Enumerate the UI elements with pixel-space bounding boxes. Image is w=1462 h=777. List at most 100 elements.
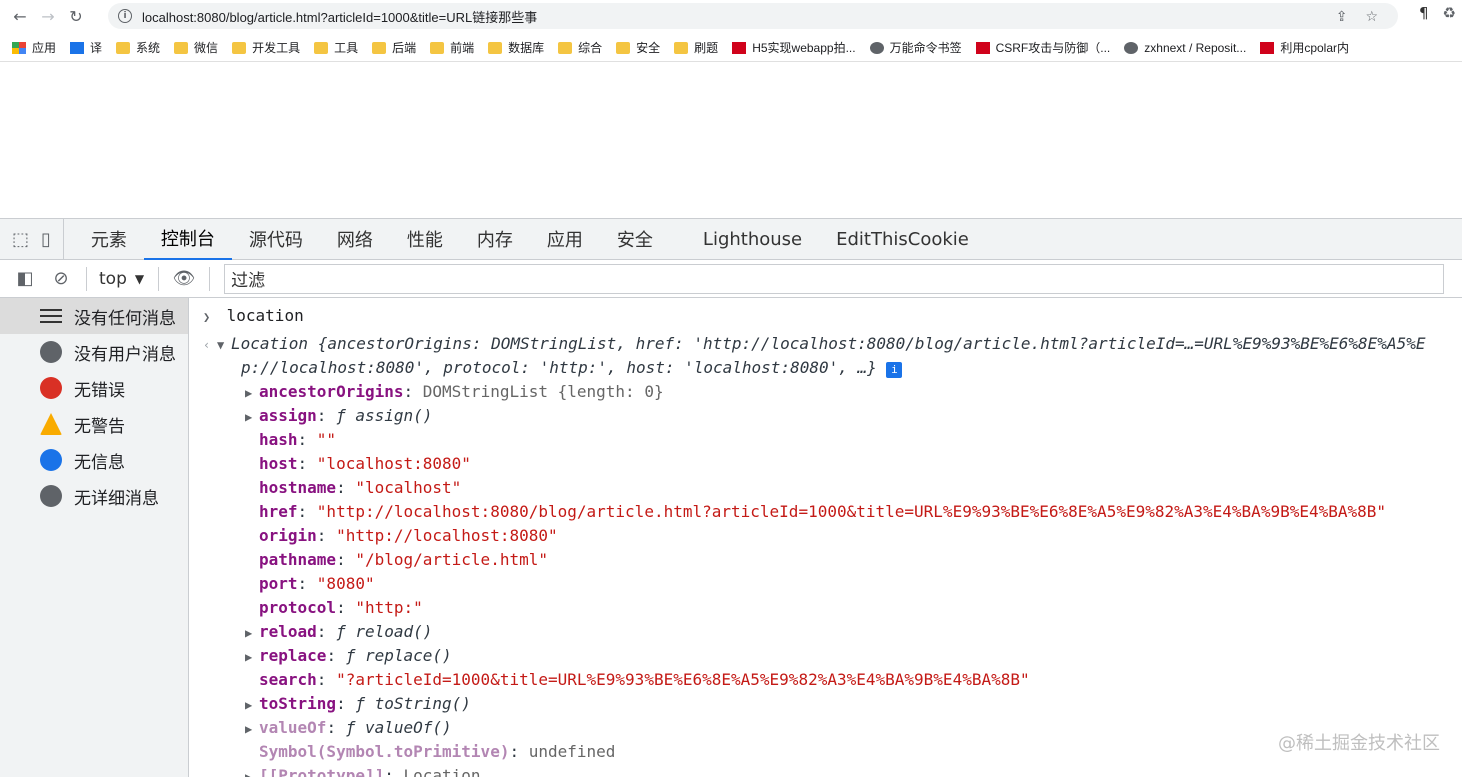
object-property-row[interactable]: ▶ [[Prototype]]: Location (189, 764, 1462, 777)
devtools-tab[interactable]: 控制台 (143, 219, 232, 260)
devtools-tab[interactable]: 性能 (390, 219, 460, 260)
context-selector[interactable]: top ▼ (99, 269, 144, 289)
bookmark-item[interactable]: apps-grid-icon 应用 (12, 39, 56, 56)
bookmark-item[interactable]: folder-icon 综合 (558, 39, 602, 56)
bookmark-item[interactable]: translate-icon 译 (70, 39, 102, 56)
bookmark-item[interactable]: folder-icon 前端 (430, 39, 474, 56)
sidebar-filter-item[interactable]: list-icon 没有任何消息 (0, 298, 188, 334)
devtools-tab[interactable]: 网络 (320, 219, 390, 260)
device-toolbar-icon[interactable]: ▯ (41, 229, 51, 250)
translate-icon: translate-icon (70, 41, 85, 54)
bookmark-label: CSRF攻击与防御（... (995, 41, 1111, 55)
user-icon: user-icon (40, 341, 62, 363)
forward-arrow-icon[interactable]: → (34, 2, 62, 30)
property-value: ƒ replace() (345, 646, 452, 665)
bookmark-item[interactable]: globe-icon 万能命令书签 (869, 39, 962, 56)
bookmark-label: 工具 (334, 41, 359, 55)
expand-triangle-icon[interactable]: ▶ (245, 645, 259, 669)
clear-console-icon[interactable]: ⊘ (50, 268, 72, 290)
sidebar-filter-item[interactable]: info-icon 无信息 (0, 442, 188, 478)
console-toolbar: ◧ ⊘ top ▼ 👁 过滤 (0, 260, 1462, 298)
property-key: origin (259, 526, 317, 545)
devtools-tab[interactable]: 元素 (74, 219, 144, 260)
bookmark-item[interactable]: csdn-icon CSRF攻击与防御（... (975, 39, 1111, 56)
object-property-row[interactable]: ▶ ancestorOrigins: DOMStringList {length:… (189, 380, 1462, 404)
property-colon: : (403, 382, 423, 401)
prompt-chevron-icon: ❯ (203, 310, 211, 324)
sidebar-filter-item[interactable]: bug-icon 无详细消息 (0, 478, 188, 514)
sidebar-filter-item[interactable]: error-icon 无错误 (0, 370, 188, 406)
live-expression-eye-icon[interactable]: 👁 (173, 268, 196, 290)
folder-icon: folder-icon (430, 41, 445, 54)
reload-icon[interactable]: ↻ (62, 2, 90, 30)
expand-triangle-icon[interactable]: ▶ (245, 381, 259, 405)
object-property-row[interactable]: ▶ assign: ƒ assign() (189, 404, 1462, 428)
bookmark-label: H5实现webapp拍... (752, 41, 856, 55)
bookmark-label: zxhnext / Reposit... (1144, 40, 1247, 55)
address-bar[interactable]: i localhost:8080/blog/article.html?artic… (108, 3, 1398, 29)
bookmark-label: 微信 (194, 41, 219, 55)
bookmark-item[interactable]: folder-icon 后端 (372, 39, 416, 56)
info-badge-icon[interactable]: i (886, 362, 903, 378)
dropdown-arrow-icon: ▼ (134, 271, 145, 286)
bookmark-label: 开发工具 (252, 41, 301, 55)
property-value: "http://localhost:8080/blog/article.html… (316, 502, 1387, 521)
sidebar-filter-label: 无错误 (74, 380, 125, 401)
bookmark-item[interactable]: folder-icon 数据库 (488, 39, 544, 56)
expand-triangle-icon[interactable]: ▶ (245, 765, 259, 777)
property-colon: : (316, 622, 337, 641)
toolbar-divider (158, 266, 160, 291)
expand-triangle-icon[interactable]: ▶ (245, 405, 259, 429)
sidebar-toggle-icon[interactable]: ◧ (14, 268, 36, 290)
github-icon: github-icon (1124, 41, 1139, 54)
object-property-row[interactable]: ▶ replace: ƒ replace() (189, 644, 1462, 668)
bookmark-item[interactable]: github-icon zxhnext / Reposit... (1124, 41, 1246, 55)
bookmarks-bar: apps-grid-icon 应用 translate-icon 译 folder-ic… (0, 34, 1462, 62)
property-colon: : (336, 478, 356, 497)
property-colon: : (297, 574, 317, 593)
inspect-element-icon[interactable]: ⬚ (12, 229, 29, 250)
bookmark-item[interactable]: folder-icon 系统 (116, 39, 160, 56)
bookmark-item[interactable]: folder-icon 开发工具 (232, 39, 300, 56)
sidebar-filter-item[interactable]: user-icon 没有用户消息 (0, 334, 188, 370)
sidebar-filter-item[interactable]: warning-icon 无警告 (0, 406, 188, 442)
toolbar-divider (209, 266, 211, 291)
bookmark-item[interactable]: csdn-icon 利用cpolar内 (1260, 39, 1349, 56)
object-property-row[interactable]: ▶ valueOf: ƒ valueOf() (189, 716, 1462, 740)
expand-triangle-icon[interactable]: ▶ (245, 621, 259, 645)
property-colon: : (336, 598, 356, 617)
expand-triangle-icon[interactable]: ▼ (217, 333, 231, 357)
devtools-tab[interactable]: EditThisCookie (819, 219, 986, 260)
property-colon: : (316, 670, 337, 689)
bookmark-item[interactable]: csdn-icon H5实现webapp拍... (732, 39, 856, 56)
object-property-row[interactable]: ▶ toString: ƒ toString() (189, 692, 1462, 716)
property-value: ƒ valueOf() (345, 718, 452, 737)
console-result-line[interactable]: ‹ ▼ Location {ancestorOrigins: DOMStringLi… (189, 332, 1462, 356)
recycle-extension-icon[interactable]: ♻ (1443, 4, 1456, 22)
bookmark-item[interactable]: folder-icon 工具 (314, 39, 358, 56)
property-colon: : (336, 550, 356, 569)
back-arrow-icon[interactable]: ← (6, 2, 34, 30)
object-property-row[interactable]: ▶ reload: ƒ reload() (189, 620, 1462, 644)
expand-triangle-icon[interactable]: ▶ (245, 717, 259, 741)
site-info-icon[interactable]: i (118, 9, 132, 23)
bookmark-item[interactable]: folder-icon 刷题 (674, 39, 718, 56)
devtools-tab[interactable]: 源代码 (232, 219, 320, 260)
devtools-tab[interactable]: Lighthouse (686, 219, 819, 260)
expand-triangle-icon[interactable]: ▶ (245, 693, 259, 717)
address-url[interactable]: localhost:8080/blog/article.html?article… (142, 7, 537, 26)
property-key: toString (259, 694, 337, 713)
devtools-tab[interactable]: 安全 (600, 219, 670, 260)
devtools-tab[interactable]: 应用 (530, 219, 600, 260)
object-property-row: host: "localhost:8080" (189, 452, 1462, 476)
pilcrow-extension-icon[interactable]: ¶ (1419, 4, 1429, 22)
property-colon: : (316, 406, 337, 425)
object-property-row: pathname: "/blog/article.html" (189, 548, 1462, 572)
bookmark-item[interactable]: folder-icon 安全 (616, 39, 660, 56)
location-summary-1: Location {ancestorOrigins: DOMStringList… (231, 334, 1426, 353)
bookmark-star-icon[interactable]: ☆ (1365, 9, 1378, 25)
filter-input[interactable]: 过滤 (224, 263, 1445, 294)
share-icon[interactable]: ⇪ (1336, 9, 1348, 25)
bookmark-item[interactable]: folder-icon 微信 (174, 39, 218, 56)
devtools-tab[interactable]: 内存 (460, 219, 530, 260)
